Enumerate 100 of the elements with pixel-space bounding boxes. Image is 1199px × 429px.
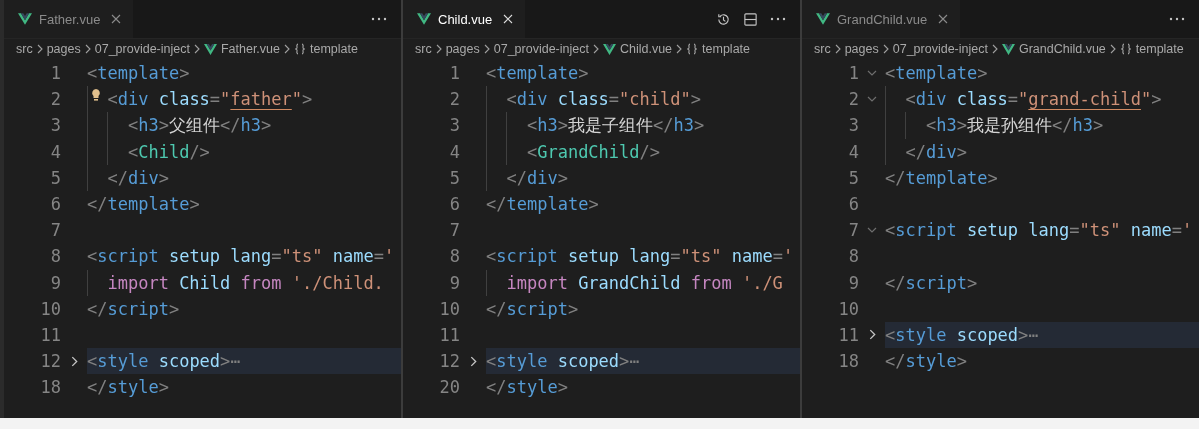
line-number: 20 <box>438 377 460 398</box>
code-line: <template> <box>486 63 589 84</box>
code-line: </style> <box>87 377 169 398</box>
line-number: 4 <box>847 141 859 162</box>
vue-logo-icon <box>18 13 32 25</box>
line-number: 11 <box>39 324 61 345</box>
line-number: 6 <box>49 194 61 215</box>
line-number: 4 <box>49 141 61 162</box>
close-icon[interactable] <box>111 14 122 24</box>
split-editor-icon[interactable] <box>743 11 758 27</box>
breadcrumb-item[interactable]: Father.vue <box>220 42 280 56</box>
line-number: 2 <box>847 89 859 110</box>
code-line: <template> <box>885 63 988 84</box>
editor-tab[interactable]: Child.vue <box>403 0 526 38</box>
line-number: 10 <box>837 298 859 319</box>
chevron-icon <box>834 44 841 54</box>
line-number: 18 <box>837 351 859 372</box>
code-line: </template> <box>885 167 998 188</box>
line-number: 5 <box>49 167 61 188</box>
breadcrumb-item[interactable]: 07_provide-inject <box>892 42 988 56</box>
line-number: 18 <box>39 377 61 398</box>
line-number: 10 <box>438 298 460 319</box>
line-number: 12 <box>39 351 61 372</box>
line-number: 3 <box>49 115 61 136</box>
braces-icon <box>1119 43 1132 55</box>
code-line: </template> <box>87 194 200 215</box>
line-number: 7 <box>847 220 859 241</box>
line-number: 10 <box>39 298 61 319</box>
code-line: <style scoped>⋯ <box>87 351 241 372</box>
editor-tab[interactable]: GrandChild.vue <box>802 0 961 38</box>
line-number: 9 <box>49 272 61 293</box>
chevron-icon[interactable] <box>868 329 876 341</box>
chevron-icon <box>991 44 998 54</box>
line-number: 8 <box>49 246 61 267</box>
chevron-icon[interactable] <box>70 355 78 367</box>
vue-logo-icon <box>203 43 217 55</box>
code-line: </div> <box>506 167 568 188</box>
more-icon[interactable] <box>371 17 387 21</box>
code-line: <script setup lang="ts" name=' <box>885 220 1193 241</box>
line-number: 5 <box>847 167 859 188</box>
line-number: 11 <box>438 324 460 345</box>
breadcrumb-item[interactable]: src <box>16 42 33 56</box>
breadcrumb-item[interactable]: 07_provide-inject <box>493 42 589 56</box>
code-line: </template> <box>486 194 599 215</box>
code-line: <div class="father"> <box>107 89 313 110</box>
line-number: 3 <box>448 115 460 136</box>
code-line: <GrandChild/> <box>526 141 661 162</box>
chevron-icon <box>1109 44 1116 54</box>
breadcrumb-item[interactable]: src <box>814 42 831 56</box>
line-number: 11 <box>837 324 859 345</box>
chevron-icon <box>676 44 683 54</box>
vue-logo-icon <box>816 13 830 25</box>
breadcrumb-item[interactable]: GrandChild.vue <box>1018 42 1106 56</box>
close-icon[interactable] <box>938 14 949 24</box>
code-line: <Child/> <box>127 141 210 162</box>
line-number: 9 <box>448 272 460 293</box>
line-number: 3 <box>847 115 859 136</box>
code-line: </script> <box>486 298 579 319</box>
lightbulb-icon[interactable] <box>91 88 101 103</box>
code-line: </script> <box>87 298 180 319</box>
breadcrumb-item[interactable]: 07_provide-inject <box>94 42 190 56</box>
breadcrumb-item[interactable]: pages <box>46 42 81 56</box>
breadcrumb-item[interactable]: pages <box>844 42 879 56</box>
editor-tab[interactable]: Father.vue <box>4 0 134 38</box>
code-line: </div> <box>905 141 967 162</box>
line-number: 12 <box>438 351 460 372</box>
breadcrumb-item[interactable]: template <box>702 42 750 56</box>
code-line: <h3>我是孙组件</h3> <box>925 113 1104 137</box>
code-line: import GrandChild from './G <box>506 272 783 293</box>
chevron-icon[interactable] <box>469 355 477 367</box>
breadcrumb-item[interactable]: src <box>415 42 432 56</box>
braces-icon <box>686 43 699 55</box>
chevron-icon <box>592 44 599 54</box>
more-icon[interactable] <box>770 17 786 21</box>
breadcrumb-item[interactable]: template <box>310 42 358 56</box>
more-icon[interactable] <box>1169 17 1185 21</box>
line-number: 1 <box>847 63 859 84</box>
breadcrumb-item[interactable]: template <box>1135 42 1184 56</box>
code-line: <template> <box>87 63 190 84</box>
line-number: 6 <box>847 194 859 215</box>
line-number: 7 <box>49 220 61 241</box>
code-line: <script setup lang="ts" name=' <box>87 246 395 267</box>
breadcrumb-item[interactable]: Child.vue <box>619 42 673 56</box>
line-number: 8 <box>448 246 460 267</box>
chevron-icon <box>435 44 442 54</box>
chevron-icon <box>483 44 490 54</box>
line-number: 1 <box>49 63 61 84</box>
code-line: import Child from './Child. <box>107 272 384 293</box>
line-number: 5 <box>448 167 460 188</box>
vue-logo-icon <box>602 43 616 55</box>
code-line: <div class="grand-child"> <box>905 89 1162 110</box>
line-number: 1 <box>448 63 460 84</box>
line-number: 9 <box>847 272 859 293</box>
line-number: 7 <box>448 220 460 241</box>
breadcrumb-item[interactable]: pages <box>445 42 480 56</box>
history-icon[interactable] <box>716 11 731 27</box>
code-line: <style scoped>⋯ <box>885 324 1039 345</box>
code-line: <h3>父组件</h3> <box>127 113 272 137</box>
code-line: </style> <box>486 377 568 398</box>
line-number: 4 <box>448 141 460 162</box>
